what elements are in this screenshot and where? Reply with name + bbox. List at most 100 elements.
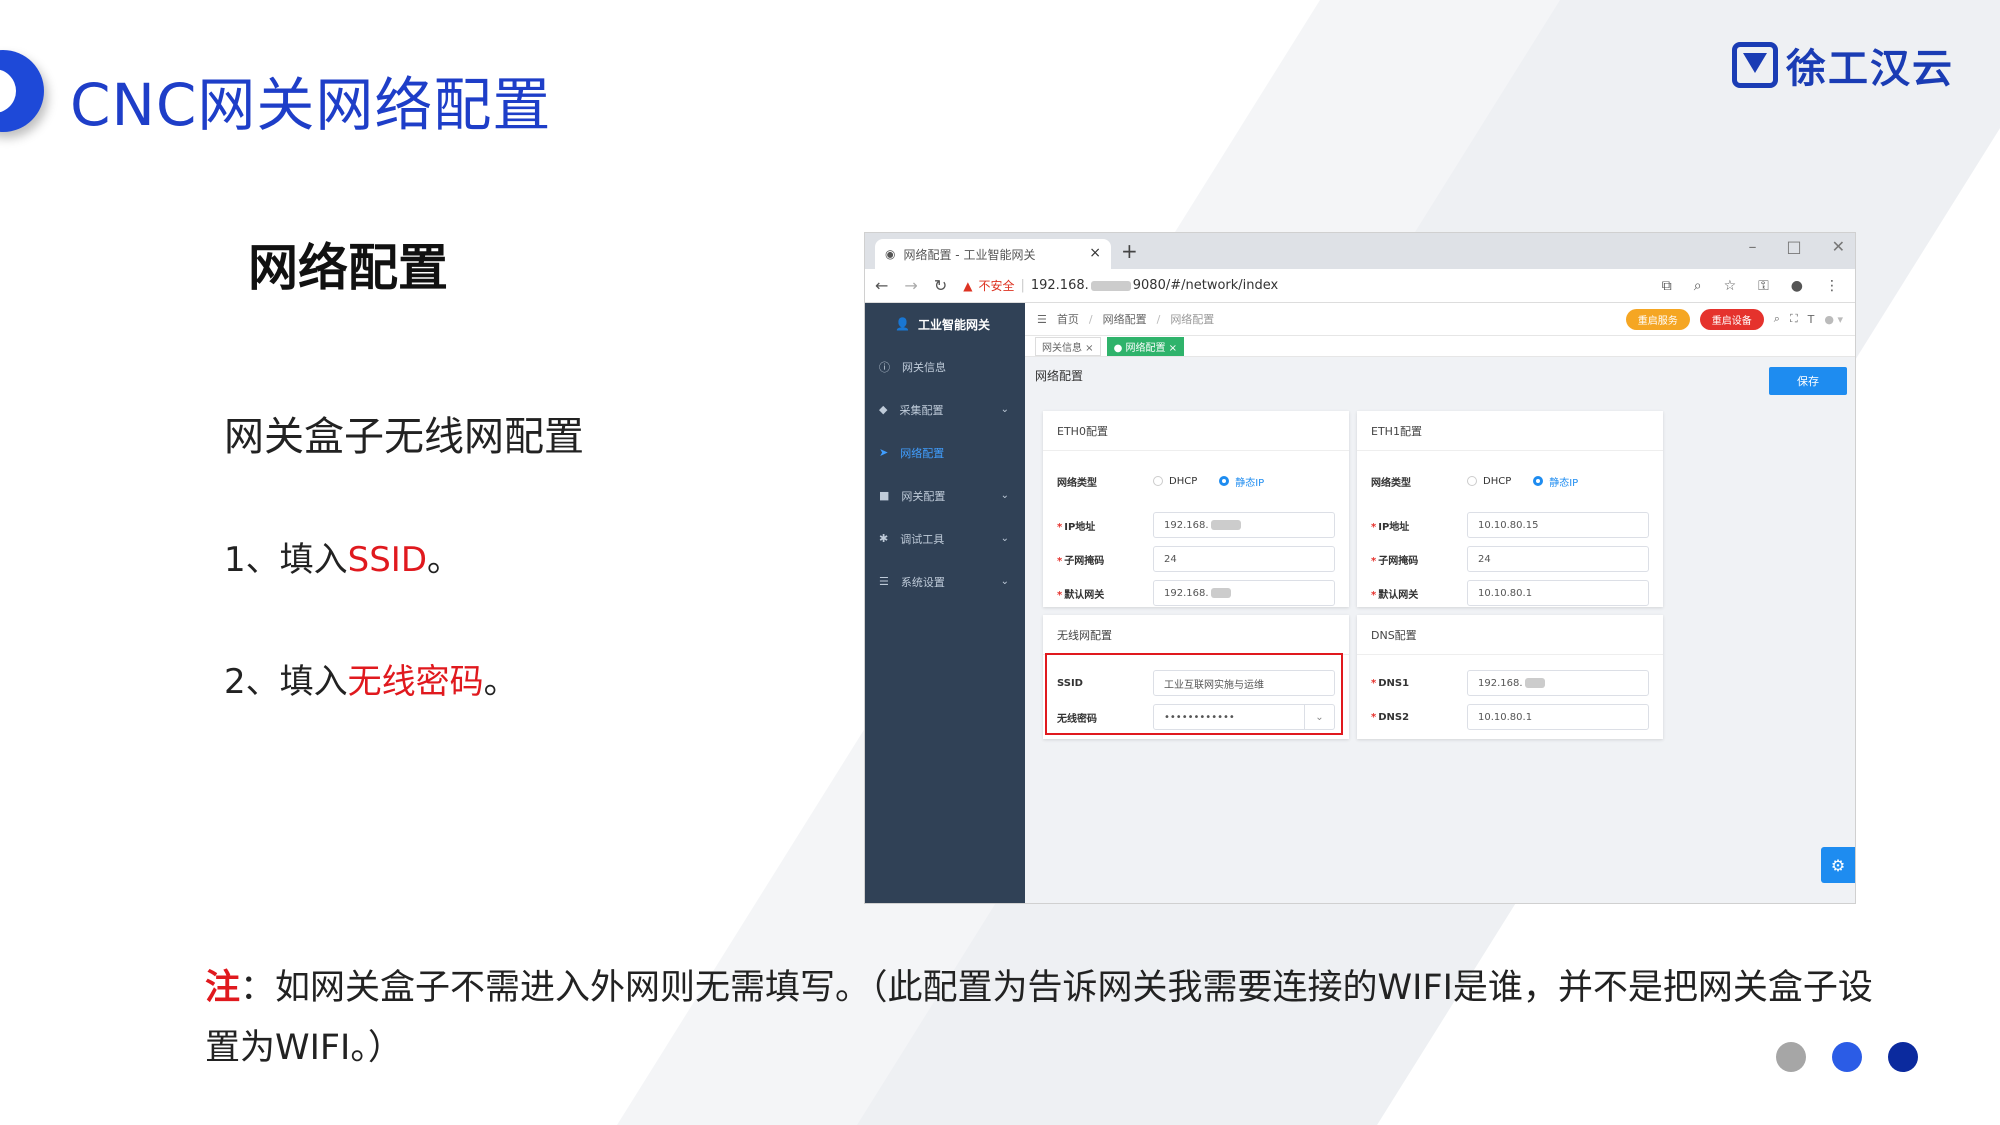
dns-card: DNS配置 * DNS1 192.168. * DNS2 10.10.80.1 [1357,615,1663,739]
reload-icon[interactable]: ↻ [934,276,947,295]
gateway-input[interactable]: 10.10.80.1 [1467,580,1649,606]
dns1-input[interactable]: 192.168. [1467,670,1649,696]
restart-device-button[interactable]: 重启设备 [1699,308,1764,330]
input-value: 10.10.80.15 [1478,519,1539,531]
required-mark: * [1371,555,1377,567]
hamburger-icon[interactable]: ☰ [1037,313,1047,326]
sidebar-brand: 👤 工业智能网关 [865,303,1025,345]
breadcrumb-separator: / [1088,312,1093,326]
dns2-row: * DNS2 10.10.80.1 [1371,703,1649,731]
field-label: * DNS1 [1371,678,1467,689]
subtitle: 网关盒子无线网配置 [224,414,584,460]
input-value: 24 [1164,553,1177,565]
field-label: * DNS2 [1371,712,1467,723]
label-text: 子网掩码 [1064,555,1105,567]
note-label: 注 [205,968,241,1008]
radio-static-ip[interactable]: 静态IP [1219,474,1264,489]
label-text: DNS1 [1378,677,1410,689]
step-1: 1、填入SSID。 [224,532,461,581]
dns2-input[interactable]: 10.10.80.1 [1467,704,1649,730]
back-icon[interactable]: ← [875,276,888,295]
label-text: 子网掩码 [1378,555,1419,567]
brand-logo: 徐工汉云 [1732,36,1954,94]
insecure-label: 不安全 [978,279,1015,293]
dot-1 [1776,1042,1806,1072]
close-tab-icon[interactable]: × [1089,245,1101,261]
sidebar-item-system-settings[interactable]: ☰ 系统设置 ⌄ [865,560,1025,603]
label-text: 默认网关 [1378,589,1419,601]
sidebar-item-network-config[interactable]: ➤ 网络配置 [865,431,1025,474]
star-icon[interactable]: ☆ [1724,278,1737,294]
forward-icon[interactable]: → [904,276,917,295]
section-title: 网络配置 [248,239,448,297]
chevron-down-icon: ⌄ [1000,490,1009,501]
radio-dhcp[interactable]: DHCP [1153,476,1197,487]
key-icon[interactable]: ⚿ [1758,278,1769,294]
gateway-input[interactable]: 192.168. [1153,580,1335,606]
send-icon: ➤ [879,446,889,459]
brand-label: 工业智能网关 [917,317,990,332]
fullscreen-icon[interactable]: ⛶ [1790,312,1798,326]
collect-icon: ◆ [879,403,888,416]
new-tab-button[interactable]: + [1121,239,1138,263]
zoom-icon[interactable]: ⌕ [1694,278,1702,294]
breadcrumb-level2[interactable]: 网络配置 [1103,311,1147,327]
radio-dhcp[interactable]: DHCP [1467,476,1511,487]
sidebar-item-collect-config[interactable]: ◆ 采集配置 ⌄ [865,388,1025,431]
required-mark: * [1057,589,1063,601]
gateway-screenshot: ◉ 网络配置 - 工业智能网关 × + – □ ✕ ← → ↻ ▲ 不安全 | … [864,232,1856,904]
field-label: * IP地址 [1371,518,1467,533]
user-icon: 👤 [895,317,910,331]
sidebar-item-label: 系统设置 [900,575,945,589]
sidebar-item-debug-tools[interactable]: ✱ 调试工具 ⌄ [865,517,1025,560]
pagination-dots [1776,1042,1918,1072]
field-label: * 默认网关 [1371,586,1467,601]
label-text: IP地址 [1064,521,1096,533]
radio-static-ip[interactable]: 静态IP [1533,474,1578,489]
sidebar: 👤 工业智能网关 ⓘ 网关信息 ◆ 采集配置 ⌄ ➤ 网络配置 ■ 网关配置 ⌄ [865,303,1025,903]
breadcrumb-home[interactable]: 首页 [1057,311,1079,327]
maximize-button[interactable]: □ [1786,237,1801,256]
profile-icon[interactable]: ● [1791,278,1803,294]
main-content: ☰ 首页 / 网络配置 / 网络配置 重启服务 重启设备 ⌕ ⛶ T ● ▾ 网… [1025,303,1855,903]
url-field[interactable]: ▲ 不安全 | 192.168. 9080/#/network/index [963,277,1278,294]
radio-label: DHCP [1169,475,1198,487]
sidebar-item-gateway-config[interactable]: ■ 网关配置 ⌄ [865,474,1025,517]
url-suffix: 9080/#/network/index [1132,278,1279,293]
radio-circle [1467,476,1477,486]
font-size-icon[interactable]: T [1808,313,1815,326]
search-icon[interactable]: ⌕ [1774,312,1780,326]
title-accent-circle [0,50,44,132]
ip-input[interactable]: 10.10.80.15 [1467,512,1649,538]
browser-tab[interactable]: ◉ 网络配置 - 工业智能网关 × [875,239,1111,269]
menu-icon[interactable]: ⋮ [1825,278,1839,294]
lock-icon: ■ [879,489,890,502]
highlight-box [1045,653,1343,735]
mask-input[interactable]: 24 [1153,546,1335,572]
settings-gear-icon[interactable]: ⚙ [1821,847,1855,883]
translate-icon[interactable]: ⧉ [1662,278,1672,294]
browser-actions: ⧉ ⌕ ☆ ⚿ ● ⋮ [1662,278,1839,294]
mask-input[interactable]: 24 [1467,546,1649,572]
avatar[interactable]: ● ▾ [1824,313,1843,326]
footnote: 注：如网关盒子不需进入外网则无需填写。（此配置为告诉网关我需要连接的WIFI是谁… [205,958,1885,1078]
sidebar-item-label: 网关信息 [902,360,946,374]
restart-service-button[interactable]: 重启服务 [1625,308,1690,330]
sidebar-item-gateway-info[interactable]: ⓘ 网关信息 [865,345,1025,388]
list-icon: ☰ [879,575,889,588]
tag-gateway-info[interactable]: 网关信息 × [1035,336,1101,356]
top-navbar: ☰ 首页 / 网络配置 / 网络配置 重启服务 重启设备 ⌕ ⛶ T ● ▾ [1025,303,1855,335]
ip-input[interactable]: 192.168. [1153,512,1335,538]
tag-network-config[interactable]: ● 网络配置 × [1106,336,1185,356]
sidebar-item-label: 网络配置 [900,446,945,460]
step-2-prefix: 2、填入 [224,662,348,702]
panel-title: 网络配置 [1035,369,1084,383]
save-button[interactable]: 保存 [1769,367,1847,395]
mask-row: * 子网掩码 24 [1057,545,1335,573]
label-text: DNS2 [1378,711,1410,723]
required-mark: * [1371,711,1377,723]
window-close-button[interactable]: ✕ [1832,237,1845,256]
required-mark: * [1057,555,1063,567]
globe-icon: ◉ [885,247,896,261]
minimize-button[interactable]: – [1748,237,1756,256]
